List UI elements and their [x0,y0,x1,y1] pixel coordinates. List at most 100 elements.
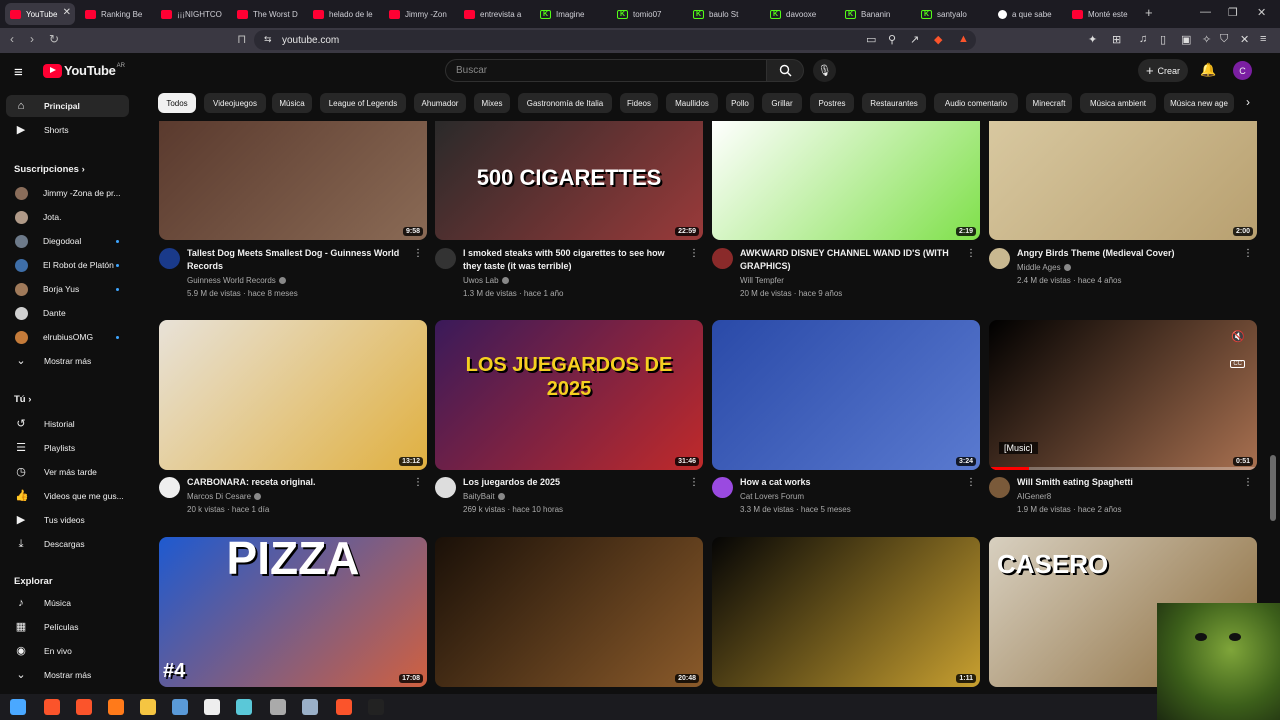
youtube-logo[interactable]: YouTube AR [43,63,125,78]
channel-name[interactable]: Uwos Lab [463,276,509,285]
brave-rewards-icon[interactable]: ▲ [958,33,969,45]
channel-avatar[interactable] [712,477,733,498]
back-icon[interactable]: ‹ [10,32,14,46]
sidebar-item[interactable]: Dante [6,302,129,324]
sidebar-item[interactable]: Jimmy -Zona de pr... [6,182,129,204]
subscriptions-heading[interactable]: Suscripciones › [14,164,85,175]
browser-tab[interactable]: YouTube ✕ [5,3,75,25]
voice-search-button[interactable]: 🎙 [813,59,836,82]
obs-studio-icon[interactable] [368,699,384,715]
more-options-icon[interactable]: ⋮ [966,477,976,488]
video-title[interactable]: AWKWARD DISNEY CHANNEL WAND ID'S (WITH G… [740,247,960,273]
channel-avatar[interactable] [989,477,1010,498]
chips-next-arrow-icon[interactable]: › [1246,95,1250,109]
filter-chip[interactable]: Minecraft [1026,93,1072,113]
bookmark-icon[interactable]: ⊓ [237,32,246,46]
filter-chip[interactable]: Todos [158,93,196,113]
more-options-icon[interactable]: ⋮ [689,248,699,259]
filter-chip[interactable]: Postres [810,93,854,113]
video-thumbnail[interactable]: 9:58 [159,121,427,240]
sidebar-item[interactable]: ⌂ Principal [6,95,129,117]
channel-avatar[interactable] [435,477,456,498]
account-avatar[interactable]: C [1233,61,1252,80]
filter-chip[interactable]: Videojuegos [204,93,266,113]
channel-name[interactable]: BaityBait [463,492,505,501]
more-options-icon[interactable]: ⋮ [1243,477,1253,488]
video-thumbnail[interactable]: LOS JUEGARDOS DE 2025 31:46 [435,320,703,470]
sidebar-item[interactable]: Borja Yus [6,278,129,300]
sidebar-toggle-icon[interactable]: ⊞ [1112,33,1121,46]
sidebar-item[interactable]: ◷ Ver más tarde [6,461,129,483]
video-thumbnail[interactable]: PIZZA #4 17:08 [159,537,427,687]
sidebar-item[interactable]: ↺ Historial [6,413,129,435]
sidebar-item[interactable]: ⤓ Descargas [6,533,129,555]
hamburger-menu-icon[interactable]: ≡ [14,64,23,81]
channel-name[interactable]: Guinness World Records [187,276,286,285]
video-thumbnail[interactable]: 2:19 [712,121,980,240]
you-heading[interactable]: Tú › [14,394,31,405]
reload-icon[interactable]: ↻ [49,32,59,46]
mute-icon[interactable]: 🔇 [1231,330,1245,343]
video-title[interactable]: Angry Birds Theme (Medieval Cover) [1017,247,1237,260]
sidebar-item[interactable]: ♪ Música [6,592,129,614]
app-icon-2[interactable] [302,699,318,715]
restore-button[interactable]: ❐ [1228,6,1238,19]
filter-chip[interactable]: Pollo [726,93,754,113]
media-icon[interactable]: ♫ [1139,33,1147,45]
cast-icon[interactable]: ▭ [866,33,876,46]
share-icon[interactable]: ↗ [910,33,919,46]
brave-icon[interactable] [44,699,60,715]
tools-icon[interactable]: ✕ [1240,33,1249,46]
browser-menu-icon[interactable]: ≡ [1260,33,1266,45]
browser-tab[interactable]: K Imagine [535,3,607,25]
notion-icon[interactable] [204,699,220,715]
more-options-icon[interactable]: ⋮ [966,248,976,259]
filter-chip[interactable]: Música new age [1164,93,1234,113]
sidebar-item[interactable]: ▶ Tus videos [6,509,129,531]
vpn-icon[interactable]: ⛉ [1220,33,1228,46]
brave-active-icon[interactable] [336,699,352,715]
channel-avatar[interactable] [435,248,456,269]
sidebar-item[interactable]: ☰ Playlists [6,437,129,459]
filter-chip[interactable]: Maullidos [666,93,718,113]
sidebar-item[interactable]: ⌄ Mostrar más [6,350,129,372]
channel-name[interactable]: Marcos Di Cesare [187,492,262,501]
sidebar-item[interactable]: ⌄ Mostrar más [6,664,129,686]
video-thumbnail[interactable]: 3:24 [712,320,980,470]
video-thumbnail[interactable]: 2:00 [989,121,1257,240]
browser-tab[interactable]: a que sabe [993,3,1065,25]
more-options-icon[interactable]: ⋮ [413,248,423,259]
browser-tab[interactable]: entrevista a [459,3,531,25]
browser-tab[interactable]: Monté este [1067,3,1139,25]
sidebar-item[interactable]: ▶ Shorts [6,119,129,141]
page-scrollbar[interactable] [1270,455,1276,521]
minimize-button[interactable]: — [1200,6,1211,18]
wallet-icon[interactable]: ▣ [1181,33,1191,46]
channel-name[interactable]: Will Tempfer [740,276,784,285]
filter-chip[interactable]: Audio comentario [934,93,1018,113]
leo-icon[interactable]: ✧ [1202,33,1211,46]
filter-chip[interactable]: Gastronomía de Italia [518,93,612,113]
sidebar-item[interactable]: ◉ En vivo [6,640,129,662]
browser-tab[interactable]: ¡¡¡NIGHTCO [156,3,228,25]
channel-avatar[interactable] [712,248,733,269]
reading-icon[interactable]: ▯ [1160,33,1166,46]
search-button[interactable] [766,59,804,82]
video-title[interactable]: CARBONARA: receta original. [187,476,407,489]
close-window-button[interactable]: ✕ [1257,6,1266,19]
browser-tab[interactable]: The Worst D [232,3,304,25]
filter-chip[interactable]: League of Legends [320,93,406,113]
sidebar-item[interactable]: elrubiusOMG [6,326,129,348]
video-thumbnail[interactable]: [Music] 🔇 CC 0:51 [989,320,1257,470]
video-title[interactable]: Los juegardos de 2025 [463,476,683,489]
video-thumbnail[interactable]: 500 CIGARETTES 22:59 [435,121,703,240]
create-button[interactable]: + Crear [1138,59,1188,82]
channel-name[interactable]: Cat Lovers Forum [740,492,804,501]
browser-tab[interactable]: K Bananin [840,3,912,25]
channel-name[interactable]: Middle Ages [1017,263,1071,272]
site-info-icon[interactable]: ⇆ [264,34,272,45]
video-title[interactable]: How a cat works [740,476,960,489]
calculator-icon[interactable] [172,699,188,715]
video-title[interactable]: I smoked steaks with 500 cigarettes to s… [463,247,683,273]
forward-icon[interactable]: › [30,32,34,46]
